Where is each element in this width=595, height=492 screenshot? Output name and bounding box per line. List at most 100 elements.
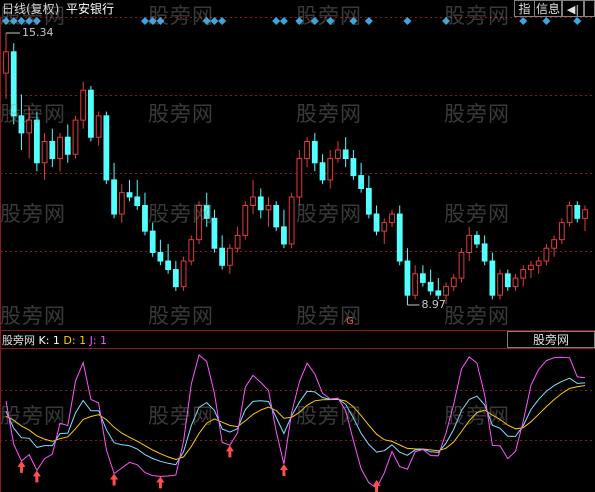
watermark-text: 股旁网 [0, 202, 66, 226]
candle-body [489, 260, 496, 296]
watermark-text: 股旁网 [444, 202, 510, 226]
candle-body [365, 187, 372, 215]
candle-body [103, 115, 110, 181]
watermark-text: 股旁网 [148, 404, 214, 428]
candle-body [504, 273, 511, 288]
info-button[interactable]: 信息 [534, 0, 562, 17]
indicator-legend: 股旁网 K: 1 D: 1 J: 1 [2, 334, 107, 348]
stock-name: 平安银行 [66, 2, 115, 16]
candle-body [134, 196, 141, 207]
watermark-text: 股旁网 [444, 304, 510, 328]
watermark-text: 股旁网 [296, 102, 362, 126]
candle-body [466, 234, 473, 253]
k-value-label: K: 1 [38, 334, 60, 347]
candle-body [566, 205, 573, 224]
candle-body [582, 209, 588, 219]
candle-body [80, 89, 87, 121]
indicator-name: 股旁网 [2, 334, 35, 347]
candle-body [373, 213, 380, 232]
candle-body [350, 158, 357, 177]
candle-body [88, 89, 94, 138]
candle-body [165, 260, 172, 271]
watermark-text: 股旁网 [444, 4, 510, 28]
watermark-text: 股旁网 [444, 102, 510, 126]
candle-body [412, 273, 419, 296]
watermark-text: 股旁网 [148, 304, 214, 328]
candle-body [535, 260, 542, 266]
candle-body [389, 213, 395, 224]
candle-body [180, 260, 187, 288]
candle-body [118, 192, 125, 215]
indicator-button[interactable]: 指 [514, 0, 535, 17]
candle-body [497, 273, 503, 296]
j-value-label: J: 1 [89, 334, 108, 347]
candle-body [528, 264, 534, 271]
candle-body [41, 140, 48, 164]
watermark-text: 股旁网 [148, 102, 214, 126]
candle-body [520, 269, 527, 279]
indicator-tab[interactable]: 股旁网 [507, 331, 595, 348]
candle-body [111, 179, 117, 215]
candle-body [404, 260, 411, 296]
candle-body [304, 140, 310, 160]
candle-body [281, 226, 287, 245]
candle-body [234, 234, 241, 249]
watermark-text: 股旁网 [296, 4, 362, 28]
candle-body [450, 277, 457, 288]
candle-body [219, 247, 226, 266]
candle-body [311, 140, 318, 164]
watermark-text: 股旁网 [0, 304, 66, 328]
candle-body [481, 243, 488, 262]
candle-body [242, 205, 249, 236]
candle-body [149, 230, 156, 253]
panel-edge-handle[interactable] [584, 0, 595, 17]
candle-body [142, 205, 148, 232]
low-price-label: 8.97 [421, 298, 446, 311]
d-value-label: D: 1 [63, 334, 87, 347]
candle-body [296, 158, 303, 198]
candle-body [381, 222, 388, 232]
candle-body [273, 205, 280, 228]
candle-body [265, 205, 272, 211]
candle-body [458, 251, 465, 279]
candle-body [443, 286, 449, 296]
candle-body [126, 192, 133, 198]
candle-body [327, 158, 334, 181]
candle-body [157, 251, 164, 262]
candle-body [396, 213, 403, 262]
watermark-text: 股旁网 [0, 404, 66, 428]
watermark-text: 股旁网 [296, 202, 362, 226]
candle-body [358, 175, 365, 189]
candle-body [342, 149, 349, 160]
candle-body [574, 205, 581, 219]
candle-body [335, 149, 341, 160]
candle-body [3, 51, 9, 74]
candle-body [558, 222, 565, 241]
candle-body [257, 196, 264, 211]
candle-body [435, 290, 442, 296]
watermark-text: 股旁网 [148, 202, 214, 226]
candle-body [172, 269, 179, 288]
watermark-text: 股旁网 [0, 4, 66, 28]
watermark-text: 股旁网 [148, 4, 214, 28]
candle-body [72, 119, 79, 155]
candle-body [64, 136, 71, 155]
collapse-panel-button[interactable]: ◀| [562, 0, 584, 17]
candle-body [551, 239, 558, 249]
candle-body [474, 234, 480, 245]
candle-body [57, 136, 63, 160]
candle-body [188, 239, 195, 262]
candle-body [512, 277, 519, 288]
watermark-text: 股旁网 [0, 102, 66, 126]
candle-body [95, 115, 102, 138]
candle-body [543, 247, 550, 262]
candle-body [419, 273, 426, 283]
candle-body [427, 281, 434, 292]
candle-body [226, 247, 233, 266]
watermark-text: 股旁网 [296, 404, 362, 428]
candle-body [288, 196, 295, 245]
candle-body [319, 162, 326, 181]
watermark-text: 股旁网 [444, 404, 510, 428]
watermark-text: 股旁网 [296, 304, 362, 328]
candle-body [49, 140, 56, 160]
